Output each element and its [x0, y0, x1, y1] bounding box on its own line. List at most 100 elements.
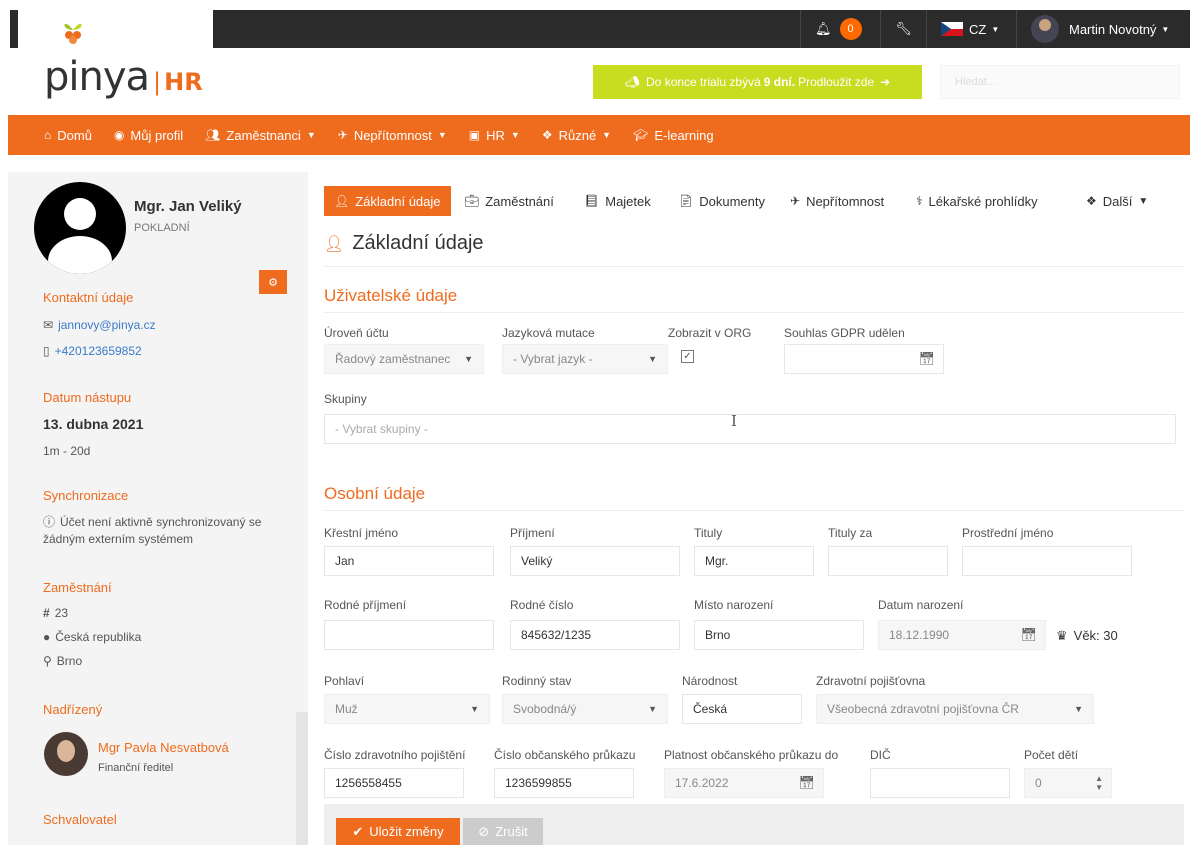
- id-valid-value: 17.6.2022: [675, 776, 729, 790]
- nav-misc[interactable]: ❖ Různé ▼: [542, 128, 611, 143]
- calendar-icon[interactable]: 📅︎: [918, 351, 935, 367]
- user-doctor-icon: ⚕︎: [916, 194, 923, 208]
- marital-value: Svobodná/ý: [513, 702, 577, 716]
- last-name-input[interactable]: Veliký: [510, 546, 680, 576]
- user-icon: 👤︎: [324, 235, 345, 253]
- user-menu[interactable]: Martin Novotný ▼: [1016, 10, 1190, 48]
- chevron-down-icon: ▼: [648, 704, 657, 714]
- contact-email-row: ✉ jannovy@pinya.cz: [43, 318, 156, 332]
- sidebar-scrollbar[interactable]: [296, 712, 308, 845]
- birth-date-value: 18.12.1990: [889, 628, 950, 642]
- tab-absence[interactable]: ✈︎ Nepřítomnost: [790, 186, 884, 216]
- ban-icon: ⊘: [478, 823, 490, 839]
- profile-avatar: [34, 182, 126, 274]
- middle-name-input[interactable]: [962, 546, 1132, 576]
- birth-date-input[interactable]: 18.12.1990 📅︎: [878, 620, 1046, 650]
- titles-input[interactable]: Mgr.: [694, 546, 814, 576]
- insurer-select[interactable]: Všeobecná zdravotní pojišťovna ČR ▼: [816, 694, 1094, 724]
- gdpr-label: Souhlas GDPR udělen: [784, 326, 905, 340]
- birth-number-input[interactable]: 845632/1235: [510, 620, 680, 650]
- first-name-input[interactable]: Jan: [324, 546, 494, 576]
- tab-basic[interactable]: 👤︎ Základní údaje: [324, 186, 451, 216]
- personal-section-divider: [324, 510, 1184, 511]
- envelope-icon: ✉: [43, 318, 54, 332]
- chevron-down-icon: ▼: [1138, 195, 1149, 207]
- groups-select[interactable]: - Vybrat skupiny -: [324, 414, 1176, 444]
- tab-property-label: Majetek: [605, 193, 651, 209]
- gender-value: Muž: [335, 702, 358, 716]
- profile-sidebar: Mgr. Jan Veliký POKLADNÍ ⚙ Kontaktní úda…: [8, 172, 308, 845]
- birth-place-input[interactable]: Brno: [694, 620, 864, 650]
- trial-extend-link[interactable]: Prodloužit zde: [798, 75, 874, 89]
- nav-absence[interactable]: ✈︎ Nepřítomnost ▼: [338, 128, 447, 143]
- tab-basic-label: Základní údaje: [355, 193, 441, 209]
- middle-name-label: Prostřední jméno: [962, 526, 1054, 540]
- gdpr-date-input[interactable]: 📅︎: [784, 344, 944, 374]
- account-level-select[interactable]: Řadový zaměstnanec ▼: [324, 344, 484, 374]
- tab-more[interactable]: ❖ Další ▼: [1086, 186, 1148, 216]
- age-value: Věk: 30: [1073, 628, 1118, 643]
- nav-profile[interactable]: ◉ Můj profil: [114, 128, 183, 143]
- insurance-no-input[interactable]: 1256558455: [324, 768, 464, 798]
- gender-label: Pohlaví: [324, 674, 365, 688]
- city: Brno: [56, 654, 83, 668]
- contact-phone-link[interactable]: +420123659852: [55, 344, 142, 358]
- trial-days: 9 dní.: [763, 75, 796, 89]
- language-selector[interactable]: CZ ▼: [926, 10, 1016, 48]
- nav-home-label: Domů: [57, 127, 92, 143]
- country: Česká republika: [55, 630, 142, 644]
- plane-icon: ✈︎: [790, 194, 801, 208]
- user-avatar: [1031, 15, 1059, 43]
- tab-medical[interactable]: ⚕︎ Lékařské prohlídky: [916, 186, 1038, 216]
- notifications-button[interactable]: 🔔︎ 0: [800, 10, 880, 48]
- titles-after-input[interactable]: [828, 546, 948, 576]
- stepper-arrows-icon[interactable]: ▲ ▼: [1095, 774, 1103, 792]
- arrow-right-circle-icon: ➜: [880, 75, 891, 89]
- birth-number-label: Rodné číslo: [510, 598, 574, 612]
- tab-property[interactable]: 📘︎ Majetek: [584, 186, 651, 216]
- save-button[interactable]: ✔ Uložit změny: [336, 818, 460, 845]
- id-no-input[interactable]: 1236599855: [494, 768, 634, 798]
- supervisor-title: Nadřízený: [43, 702, 103, 717]
- share-button[interactable]: ⚙: [259, 270, 287, 294]
- chevron-down-icon: ▼: [648, 354, 657, 364]
- settings-button[interactable]: 🔧︎: [880, 10, 926, 48]
- graduation-cap-icon: 🎓︎: [633, 128, 649, 142]
- chevron-down-icon: ▼: [306, 130, 316, 140]
- tab-documents[interactable]: 📄︎ Dokumenty: [678, 186, 765, 216]
- tenure-value: 1m - 20d: [43, 444, 91, 458]
- profile-role: POKLADNÍ: [134, 222, 190, 234]
- contact-email-link[interactable]: jannovy@pinya.cz: [58, 318, 156, 332]
- nav-hr-label: HR: [486, 127, 505, 143]
- age-display: ♛ Věk: 30: [1056, 628, 1118, 644]
- calendar-icon[interactable]: 📅︎: [1020, 627, 1037, 643]
- id-valid-input[interactable]: 17.6.2022 📅︎: [664, 768, 824, 798]
- supervisor-name[interactable]: Mgr Pavla Nesvatbová: [98, 740, 229, 755]
- chevron-down-icon: ▼: [602, 130, 612, 140]
- children-stepper[interactable]: 0 ▲ ▼: [1024, 768, 1112, 798]
- cancel-button[interactable]: ⊘ Zrušit: [463, 818, 543, 845]
- nav-elearning[interactable]: 🎓︎ E-learning: [633, 128, 714, 143]
- gender-select[interactable]: Muž ▼: [324, 694, 490, 724]
- tax-input[interactable]: [870, 768, 1010, 798]
- marital-select[interactable]: Svobodná/ý ▼: [502, 694, 668, 724]
- language-label: CZ: [969, 21, 987, 37]
- check-icon: ✔: [352, 823, 364, 839]
- nav-hr[interactable]: ▣ HR ▼: [469, 128, 520, 143]
- language-select[interactable]: - Vybrat jazyk - ▼: [502, 344, 668, 374]
- start-date-title: Datum nástupu: [43, 390, 132, 405]
- nav-employees[interactable]: 👥︎ Zaměstnanci ▼: [205, 128, 316, 143]
- show-org-checkbox[interactable]: ✓: [681, 350, 694, 363]
- logo-sprout-icon: [64, 23, 82, 44]
- tab-employment[interactable]: 💼︎ Zaměstnání: [464, 186, 554, 216]
- search-input[interactable]: Hledat...: [940, 65, 1180, 99]
- nationality-input[interactable]: Česká: [682, 694, 802, 724]
- children-label: Počet dětí: [1024, 748, 1079, 762]
- tab-documents-label: Dokumenty: [699, 193, 765, 209]
- cubes-icon: ❖: [1086, 194, 1097, 208]
- sync-title: Synchronizace: [43, 488, 129, 503]
- birth-surname-input[interactable]: [324, 620, 494, 650]
- calendar-icon[interactable]: 📅︎: [798, 775, 815, 791]
- trial-banner[interactable]: 📣︎ Do konce trialu zbývá 9 dní. Prodlouž…: [593, 65, 922, 99]
- nav-home[interactable]: ⌂ Domů: [44, 128, 92, 143]
